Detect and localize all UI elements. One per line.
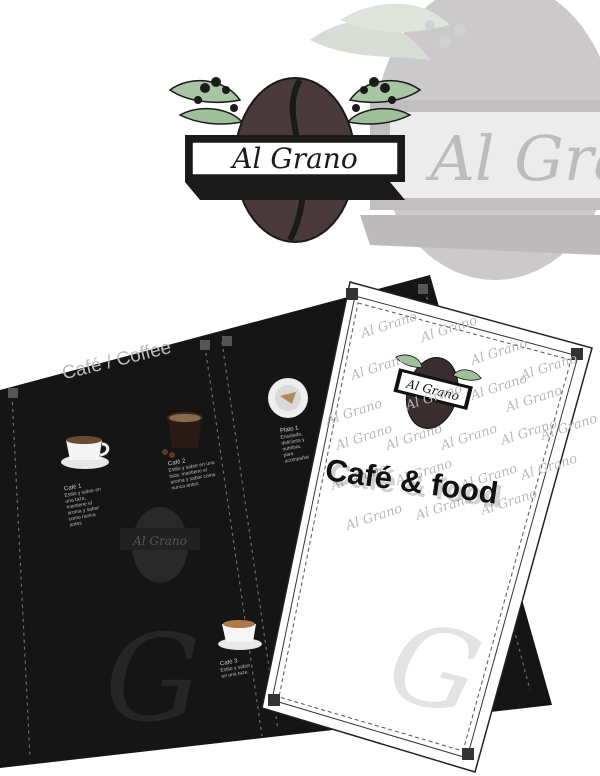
menu-cover: G Al Grano bbox=[261, 281, 593, 773]
